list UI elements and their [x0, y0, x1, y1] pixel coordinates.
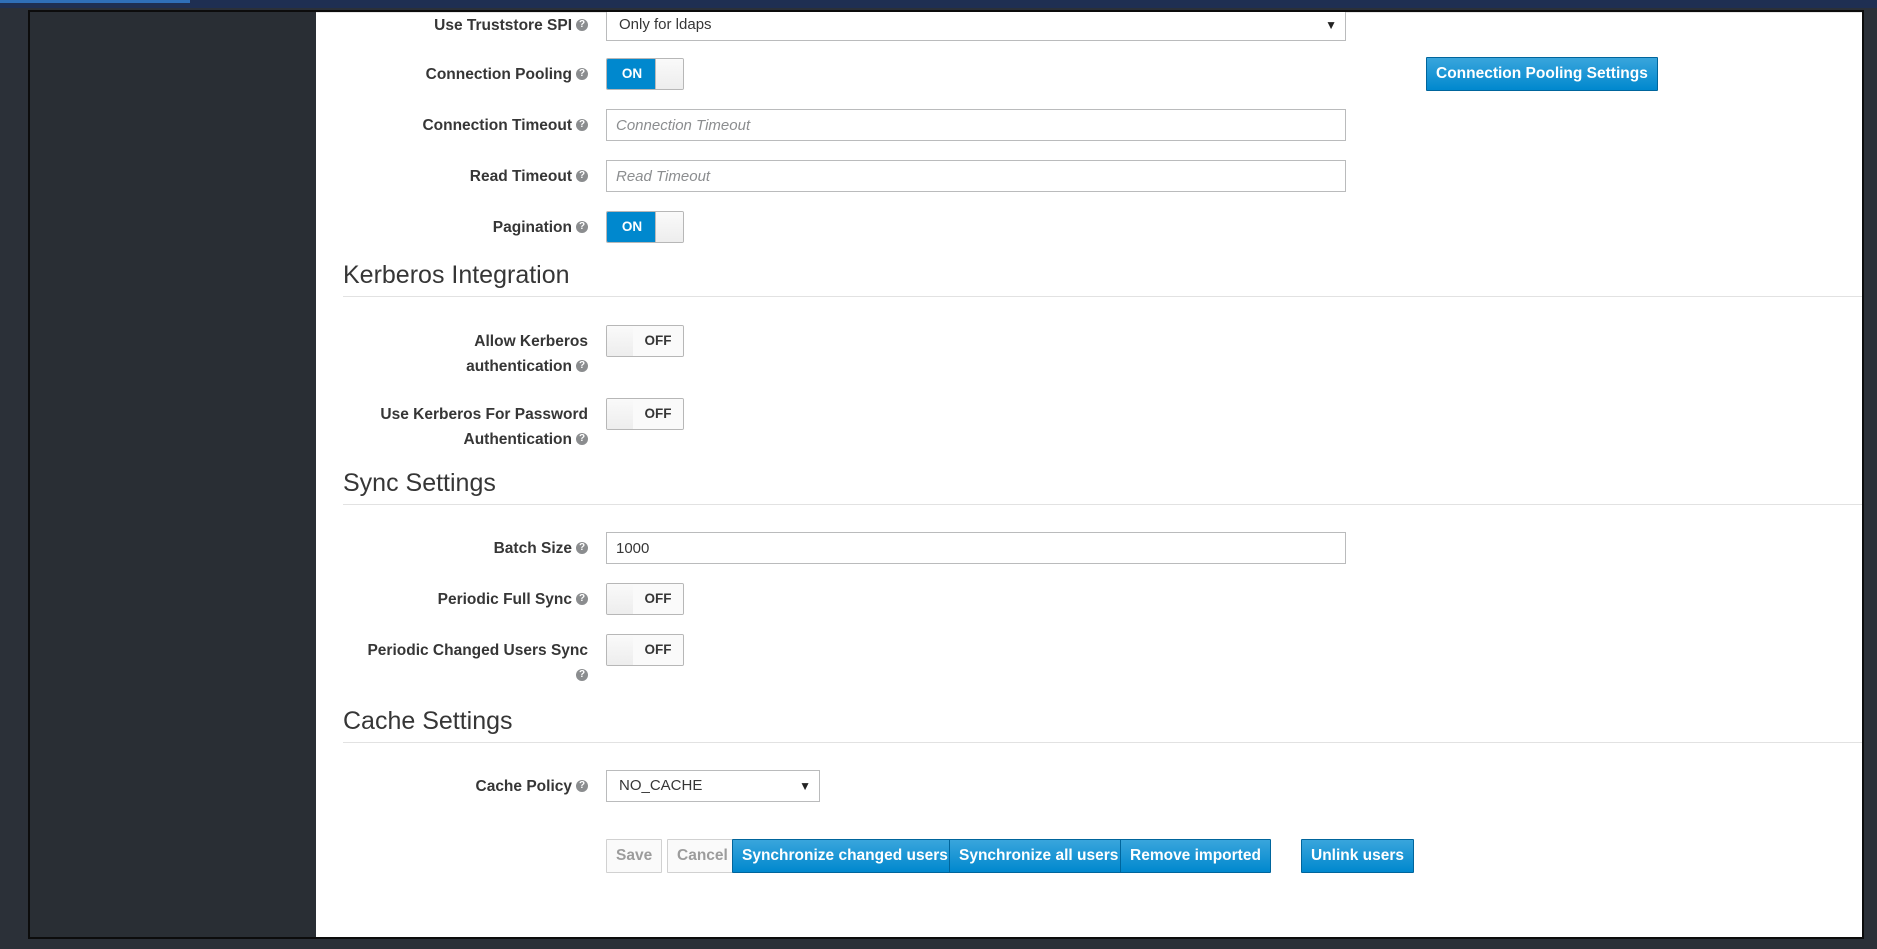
help-icon[interactable]: ?: [576, 18, 588, 31]
toggle-knob: [607, 399, 635, 429]
top-bar-highlight: [0, 0, 190, 3]
unlink-users-button[interactable]: Unlink users: [1301, 839, 1415, 873]
pooling-toggle[interactable]: ON: [606, 58, 684, 90]
connection-timeout-label: Connection Timeout?: [316, 113, 588, 138]
periodic-full-sync-row: Periodic Full Sync? OFF: [316, 583, 1816, 617]
cache-policy-label: Cache Policy?: [316, 774, 588, 799]
pagination-row: Pagination? ON: [316, 211, 1816, 245]
save-button[interactable]: Save: [606, 839, 663, 873]
periodic-changed-sync-toggle[interactable]: OFF: [606, 634, 684, 666]
pagination-toggle[interactable]: ON: [606, 211, 684, 243]
kerberos-password-toggle[interactable]: OFF: [606, 398, 684, 430]
help-icon[interactable]: ?: [576, 432, 588, 445]
toggle-knob: [655, 59, 683, 89]
connection-timeout-row: Connection Timeout?: [316, 109, 1816, 143]
periodic-full-sync-toggle[interactable]: OFF: [606, 583, 684, 615]
kerberos-section-title: Kerberos Integration: [343, 260, 1862, 297]
help-icon[interactable]: ?: [576, 541, 588, 554]
read-timeout-input[interactable]: [606, 160, 1346, 192]
allow-kerberos-row: Allow Kerberos authentication? OFF: [316, 325, 1816, 385]
sync-section-title: Sync Settings: [343, 468, 1862, 505]
help-icon[interactable]: ?: [576, 668, 588, 681]
pagination-label: Pagination?: [316, 215, 588, 240]
periodic-changed-sync-label: Periodic Changed Users Sync ?: [367, 642, 588, 681]
app-frame: Use Truststore SPI? Only for ldaps ▼ Con…: [28, 10, 1864, 939]
read-timeout-row: Read Timeout?: [316, 160, 1816, 194]
batch-size-row: Batch Size?: [316, 532, 1816, 566]
read-timeout-label: Read Timeout?: [316, 164, 588, 189]
synchronize-all-users-button[interactable]: Synchronize all users: [949, 839, 1129, 873]
help-icon[interactable]: ?: [576, 169, 588, 182]
help-icon[interactable]: ?: [576, 67, 588, 80]
connection-timeout-input[interactable]: [606, 109, 1346, 141]
synchronize-changed-users-button[interactable]: Synchronize changed users: [732, 839, 958, 873]
caret-down-icon: ▼: [799, 779, 811, 793]
kerberos-password-row: Use Kerberos For Password Authentication…: [316, 398, 1816, 458]
help-icon[interactable]: ?: [576, 592, 588, 605]
help-icon[interactable]: ?: [576, 359, 588, 372]
sidebar: [30, 12, 316, 937]
help-icon[interactable]: ?: [576, 779, 588, 792]
help-icon[interactable]: ?: [576, 118, 588, 131]
toggle-knob: [607, 584, 635, 614]
cancel-button[interactable]: Cancel: [667, 839, 738, 873]
caret-down-icon: ▼: [1325, 18, 1337, 32]
allow-kerberos-toggle[interactable]: OFF: [606, 325, 684, 357]
truststore-select[interactable]: Only for ldaps ▼: [606, 12, 1346, 41]
cache-policy-row: Cache Policy? NO_CACHE ▼: [316, 770, 1816, 804]
periodic-changed-sync-row: Periodic Changed Users Sync ? OFF: [316, 634, 1816, 694]
toggle-knob: [607, 326, 635, 356]
settings-form: Use Truststore SPI? Only for ldaps ▼ Con…: [316, 12, 1862, 937]
pooling-row: Connection Pooling? ON Connection Poolin…: [316, 57, 1816, 92]
help-icon[interactable]: ?: [576, 220, 588, 233]
allow-kerberos-label: Allow Kerberos authentication?: [466, 333, 588, 375]
browser-top-bar: [0, 0, 1877, 8]
pooling-label: Connection Pooling?: [316, 62, 588, 87]
truststore-label: Use Truststore SPI?: [316, 13, 588, 38]
remove-imported-button[interactable]: Remove imported: [1120, 839, 1271, 873]
periodic-full-sync-label: Periodic Full Sync?: [316, 587, 588, 612]
toggle-knob: [607, 635, 635, 665]
truststore-row: Use Truststore SPI? Only for ldaps ▼: [316, 12, 1816, 43]
toggle-knob: [655, 212, 683, 242]
batch-size-input[interactable]: [606, 532, 1346, 564]
kerberos-password-label: Use Kerberos For Password Authentication…: [380, 406, 588, 448]
cache-policy-select[interactable]: NO_CACHE ▼: [606, 770, 820, 802]
batch-size-label: Batch Size?: [316, 536, 588, 561]
cache-section-title: Cache Settings: [343, 706, 1862, 743]
connection-pooling-settings-button[interactable]: Connection Pooling Settings: [1426, 57, 1658, 91]
